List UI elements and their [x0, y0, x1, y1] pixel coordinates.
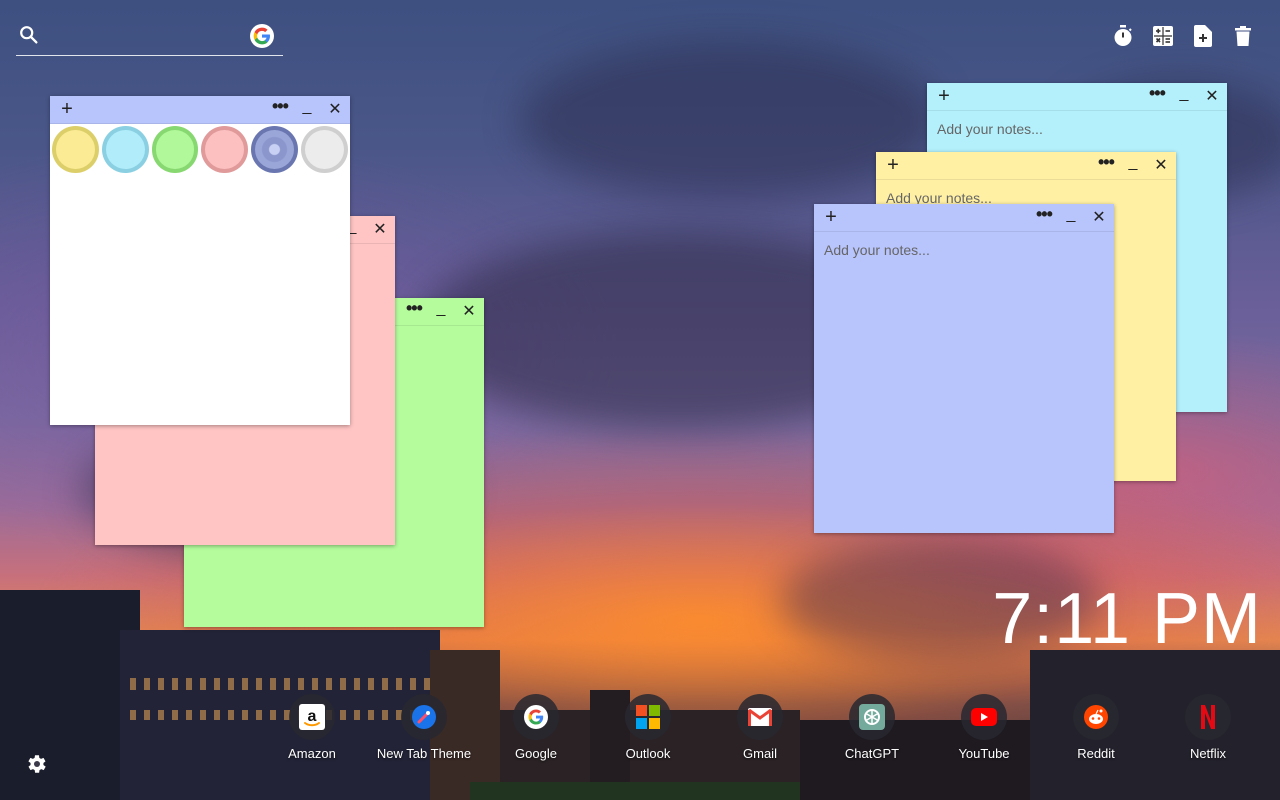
more-options-icon[interactable]: ••• — [1036, 205, 1053, 223]
shortcut-new-tab-theme[interactable]: New Tab Theme — [368, 694, 480, 761]
reddit-icon — [1073, 694, 1119, 740]
note-text-input[interactable] — [814, 232, 1114, 522]
close-icon[interactable]: ✕ — [1092, 210, 1106, 226]
clock: 7:11 PM — [992, 579, 1262, 659]
google-search-icon[interactable] — [250, 24, 274, 48]
shortcut-outlook[interactable]: Outlook — [592, 694, 704, 761]
shortcut-label: Netflix — [1189, 746, 1227, 761]
google-icon — [513, 694, 559, 740]
svg-text:a: a — [308, 708, 317, 725]
note-header: + ••• _ ✕ — [814, 204, 1114, 232]
shortcut-google[interactable]: Google — [480, 694, 592, 761]
shortcut-label: YouTube — [958, 746, 1010, 761]
shortcut-gmail[interactable]: Gmail — [704, 694, 816, 761]
chatgpt-icon — [849, 694, 895, 740]
close-icon[interactable]: ✕ — [1205, 89, 1219, 105]
color-swatch-gray[interactable] — [301, 126, 348, 173]
more-options-icon[interactable]: ••• — [1149, 84, 1166, 102]
shortcut-label: Gmail — [743, 746, 777, 761]
add-note-icon[interactable]: + — [58, 98, 76, 121]
color-swatch-cyan[interactable] — [101, 126, 149, 173]
close-icon[interactable]: ✕ — [1154, 158, 1168, 174]
minimize-icon[interactable]: _ — [300, 99, 314, 115]
more-options-icon[interactable]: ••• — [1098, 153, 1115, 171]
note-header: + ••• _ ✕ — [927, 83, 1227, 111]
shortcut-netflix[interactable]: Netflix — [1152, 694, 1264, 761]
shortcut-label: Reddit — [1077, 746, 1115, 761]
gmail-icon — [737, 694, 783, 740]
new-note-icon[interactable] — [1192, 24, 1214, 48]
color-picker — [50, 124, 350, 175]
shortcut-label: New Tab Theme — [376, 746, 472, 761]
minimize-icon[interactable]: _ — [434, 301, 448, 317]
minimize-icon[interactable]: _ — [1126, 155, 1140, 171]
trash-icon[interactable] — [1232, 24, 1254, 48]
color-swatch-periwinkle[interactable] — [251, 126, 299, 173]
netflix-icon — [1185, 694, 1231, 740]
new-tab-theme-icon — [401, 694, 447, 740]
shortcut-chatgpt[interactable]: ChatGPT — [816, 694, 928, 761]
shortcut-youtube[interactable]: YouTube — [928, 694, 1040, 761]
add-note-icon[interactable]: + — [822, 206, 840, 229]
close-icon[interactable]: ✕ — [462, 304, 476, 320]
note-header: + ••• _ ✕ — [50, 96, 350, 124]
more-options-icon[interactable]: ••• — [272, 97, 289, 115]
shortcut-label: Amazon — [288, 746, 336, 761]
note-header: + ••• _ ✕ — [876, 152, 1176, 180]
toolbar — [1112, 24, 1254, 48]
search-icon[interactable] — [18, 24, 40, 46]
add-note-icon[interactable]: + — [935, 85, 953, 108]
amazon-icon: a — [289, 694, 335, 740]
close-icon[interactable]: ✕ — [373, 222, 387, 238]
close-icon[interactable]: ✕ — [328, 102, 342, 118]
shortcut-label: Outlook — [625, 746, 671, 761]
youtube-icon — [961, 694, 1007, 740]
search-input[interactable] — [50, 24, 240, 48]
shortcut-reddit[interactable]: Reddit — [1040, 694, 1152, 761]
outlook-icon — [625, 694, 671, 740]
shortcut-amazon[interactable]: a Amazon — [256, 694, 368, 761]
shortcut-label: ChatGPT — [844, 746, 900, 761]
sticky-note-periwinkle: + ••• _ ✕ — [814, 204, 1114, 533]
shortcut-dock: a Amazon New Tab Theme Google Outlook Gm… — [0, 694, 1280, 774]
calculator-icon[interactable] — [1152, 24, 1174, 48]
color-swatch-pink[interactable] — [201, 126, 249, 173]
color-swatch-yellow[interactable] — [52, 126, 99, 173]
gear-icon[interactable] — [24, 752, 48, 776]
color-swatch-green[interactable] — [151, 126, 199, 173]
search-bar — [16, 18, 283, 56]
timer-icon[interactable] — [1112, 24, 1134, 48]
more-options-icon[interactable]: ••• — [406, 299, 423, 317]
minimize-icon[interactable]: _ — [1064, 207, 1078, 223]
minimize-icon[interactable]: _ — [1177, 86, 1191, 102]
sticky-note-white: + ••• _ ✕ — [50, 96, 350, 425]
add-note-icon[interactable]: + — [884, 154, 902, 177]
shortcut-label: Google — [515, 746, 557, 761]
